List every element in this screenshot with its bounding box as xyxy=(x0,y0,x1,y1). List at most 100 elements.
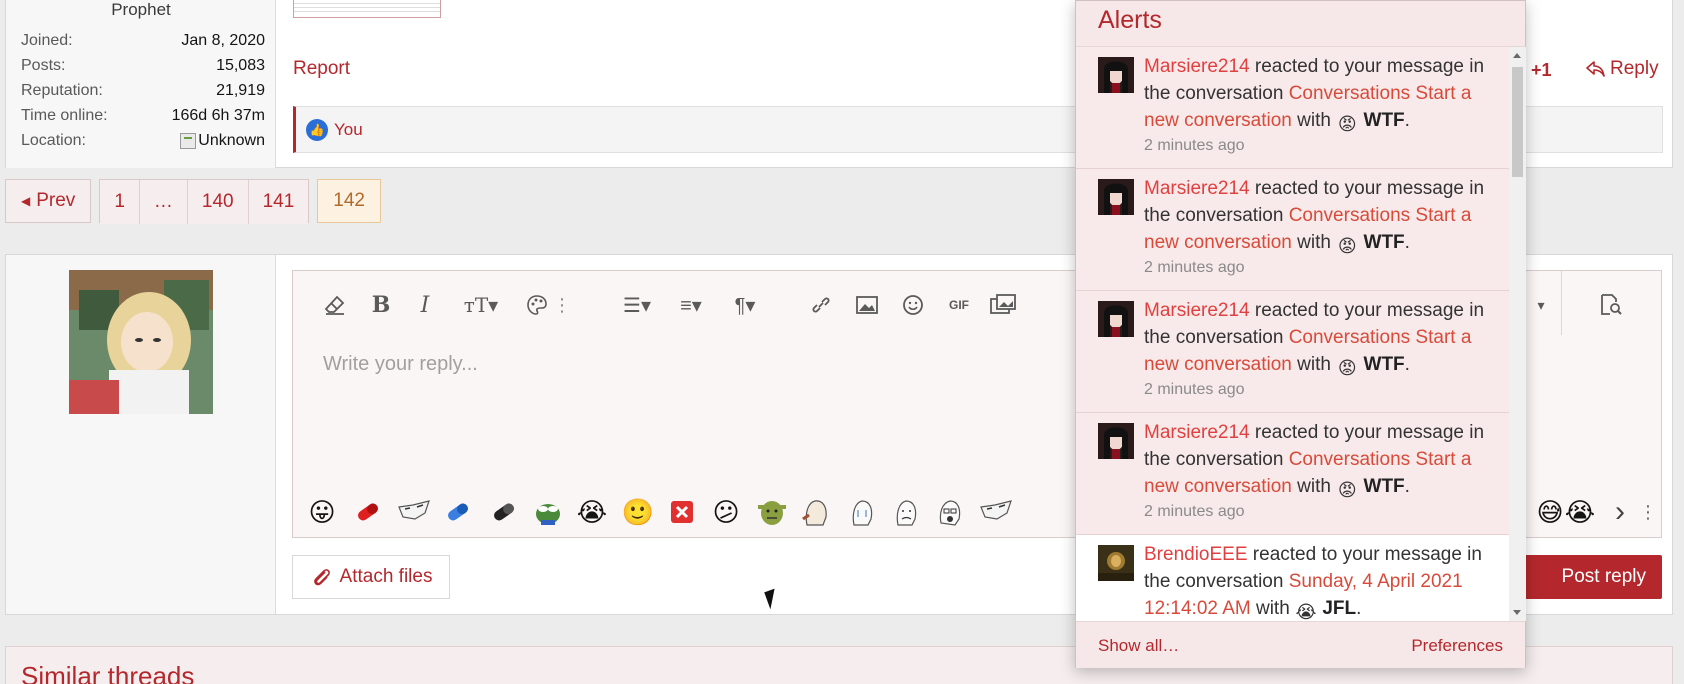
list-icon[interactable]: ☰▾ xyxy=(615,291,659,319)
alert-username-link[interactable]: Marsiere214 xyxy=(1144,300,1250,321)
angry-face-icon: 😡 xyxy=(1337,114,1357,134)
reply-link[interactable]: Reply xyxy=(1586,58,1659,80)
crying-wojak-icon[interactable] xyxy=(845,495,879,529)
shrek-smilie-icon[interactable] xyxy=(755,495,789,529)
crying-laughing-smilie-icon[interactable]: 😭 xyxy=(575,495,609,529)
page-140[interactable]: 140 xyxy=(187,180,249,224)
stat-posts: Posts: 15,083 xyxy=(21,57,265,74)
page-141[interactable]: 141 xyxy=(248,180,309,224)
reaction-count[interactable]: +1 xyxy=(1531,60,1552,81)
alerts-scrollbar[interactable] xyxy=(1509,47,1526,621)
alert-username-link[interactable]: BrendioEEE xyxy=(1144,544,1248,565)
link-icon[interactable] xyxy=(807,291,835,319)
attached-image-thumbnail[interactable] xyxy=(293,0,441,18)
dropdown-caret-icon[interactable]: ▾ xyxy=(1527,291,1555,319)
alerts-popup: Alerts Marsiere214 reacted to your messa… xyxy=(1075,0,1526,668)
grin-sweat-smilie-icon[interactable]: 😅 xyxy=(1533,495,1567,529)
smile-smilie-icon[interactable]: 🙂 xyxy=(621,495,655,529)
alert-text: Marsiere214 reacted to your message in t… xyxy=(1144,53,1496,157)
clear-formatting-icon[interactable] xyxy=(321,291,349,319)
soyjak-icon[interactable] xyxy=(933,495,967,529)
alert-item[interactable]: BrendioEEE reacted to your message in th… xyxy=(1076,535,1509,621)
angry-face-icon: 😡 xyxy=(1337,480,1357,500)
stat-location: Location: Unknown xyxy=(21,132,265,149)
alerts-title: Alerts xyxy=(1098,6,1162,34)
media-gallery-icon[interactable] xyxy=(989,291,1017,319)
report-link[interactable]: Report xyxy=(293,58,350,80)
alert-user-avatar[interactable] xyxy=(1098,57,1134,93)
alert-username-link[interactable]: Marsiere214 xyxy=(1144,178,1250,199)
paragraph-icon[interactable]: ¶▾ xyxy=(723,291,767,319)
alert-text: Marsiere214 reacted to your message in t… xyxy=(1144,419,1496,523)
scroll-thumb[interactable] xyxy=(1512,67,1523,177)
preview-icon[interactable] xyxy=(1597,291,1625,319)
preferences-link[interactable]: Preferences xyxy=(1411,636,1503,656)
alert-user-avatar[interactable] xyxy=(1098,301,1134,337)
alert-text: Marsiere214 reacted to your message in t… xyxy=(1144,297,1496,401)
gif-icon[interactable]: GIF xyxy=(945,291,973,319)
meme-face-2-smilie-icon[interactable] xyxy=(979,495,1013,529)
scroll-down-arrow-icon[interactable] xyxy=(1513,610,1521,615)
alert-time: 2 minutes ago xyxy=(1144,259,1245,276)
page-ellipsis[interactable]: … xyxy=(139,180,188,224)
avatar-image xyxy=(69,270,213,414)
post-reply-button[interactable]: Post reply xyxy=(1511,555,1662,599)
attach-files-button[interactable]: Attach files xyxy=(292,555,450,599)
alert-text: Marsiere214 reacted to your message in t… xyxy=(1144,175,1496,279)
alert-text: BrendioEEE reacted to your message in th… xyxy=(1144,544,1482,621)
prev-page-button[interactable]: ◀ Prev xyxy=(5,179,92,223)
scroll-up-arrow-icon[interactable] xyxy=(1513,53,1521,58)
likes-user-link[interactable]: You xyxy=(334,120,363,140)
red-x-icon[interactable] xyxy=(665,495,699,529)
stat-reputation: Reputation: 21,919 xyxy=(21,82,265,99)
pagination: ◀ Prev 1 … 140 141 142 xyxy=(5,179,381,224)
post-user-column: Prophet Joined: Jan 8, 2020 Posts: 15,083 … xyxy=(6,0,276,168)
alert-time: 2 minutes ago xyxy=(1144,503,1245,520)
alert-username-link[interactable]: Marsiere214 xyxy=(1144,56,1250,77)
pepe-smilie-icon[interactable] xyxy=(531,495,565,529)
smiley-icon[interactable] xyxy=(899,291,927,319)
reply-user-column xyxy=(6,255,276,614)
alert-user-avatar[interactable] xyxy=(1098,545,1134,581)
alert-user-avatar[interactable] xyxy=(1098,423,1134,459)
crying-laughing-2-smilie-icon[interactable]: 😭 xyxy=(1563,495,1597,529)
confused-smilie-icon[interactable]: 😕 xyxy=(709,495,743,529)
red-pill-icon[interactable] xyxy=(351,495,385,529)
tongue-smilie-icon[interactable]: 😛 xyxy=(305,495,339,529)
alert-username-link[interactable]: Marsiere214 xyxy=(1144,422,1250,443)
alert-time: 2 minutes ago xyxy=(1144,137,1245,154)
black-pill-icon[interactable] xyxy=(487,495,521,529)
wojak-smilie-icon[interactable] xyxy=(799,495,833,529)
more-options-icon[interactable]: ⋮ xyxy=(548,291,576,319)
alert-user-avatar[interactable] xyxy=(1098,179,1134,215)
font-size-icon[interactable]: ᴛT▾ xyxy=(457,291,505,319)
paperclip-icon xyxy=(313,569,330,586)
more-smilies-icon[interactable]: ⋮ xyxy=(1631,495,1665,529)
page-142-current[interactable]: 142 xyxy=(317,179,381,223)
page-numbers: 1 … 140 141 xyxy=(99,179,310,224)
show-all-link[interactable]: Show all… xyxy=(1098,636,1179,656)
alert-item[interactable]: Marsiere214 reacted to your message in t… xyxy=(1076,47,1509,169)
image-icon[interactable] xyxy=(853,291,881,319)
reply-textarea[interactable]: Write your reply... xyxy=(323,353,478,376)
alert-item[interactable]: Marsiere214 reacted to your message in t… xyxy=(1076,291,1509,413)
alert-item[interactable]: Marsiere214 reacted to your message in t… xyxy=(1076,413,1509,535)
bold-icon[interactable]: B xyxy=(367,291,395,319)
caret-left-icon: ◀ xyxy=(21,194,31,208)
alert-item[interactable]: Marsiere214 reacted to your message in t… xyxy=(1076,169,1509,291)
meme-face-smilie-icon[interactable] xyxy=(397,495,431,529)
italic-icon[interactable]: I xyxy=(411,291,439,319)
thumbs-up-icon: 👍 xyxy=(306,118,328,141)
user-stats: Joined: Jan 8, 2020 Posts: 15,083 Reputati… xyxy=(21,28,265,153)
align-icon[interactable]: ≡▾ xyxy=(669,291,713,319)
sad-wojak-icon[interactable] xyxy=(889,495,923,529)
stat-time-online: Time online: 166d 6h 37m xyxy=(21,107,265,124)
page-1[interactable]: 1 xyxy=(100,180,140,224)
palette-icon[interactable] xyxy=(523,291,551,319)
avatar[interactable] xyxy=(69,270,213,414)
user-title: Prophet xyxy=(111,0,171,19)
alert-time: 2 minutes ago xyxy=(1144,381,1245,398)
crying-laughing-icon: 😭 xyxy=(1295,602,1317,621)
blue-pill-icon[interactable] xyxy=(441,495,475,529)
stat-joined: Joined: Jan 8, 2020 xyxy=(21,32,265,49)
